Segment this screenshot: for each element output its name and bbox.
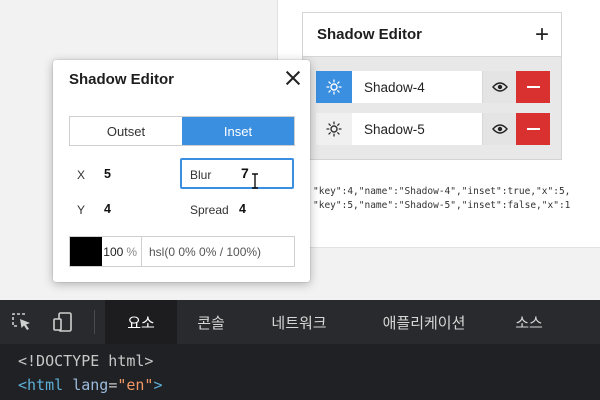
eye-icon[interactable] [482,71,516,103]
shadow-list-title: Shadow Editor [317,26,422,43]
opacity-input[interactable]: 100% [102,237,142,266]
delete-shadow-button[interactable] [516,71,550,103]
delete-shadow-button[interactable] [516,113,550,145]
hsl-value-input[interactable]: hsl(0 0% 0% / 100%) [142,237,294,266]
toolbar-divider [94,310,95,334]
attr-equals: = [108,376,118,394]
sun-icon[interactable] [316,71,352,103]
blur-label: Blur [190,168,212,182]
tab-sources[interactable]: 소스 [500,300,558,344]
spread-label: Spread [190,203,229,217]
inset-button[interactable]: Inset [182,117,294,145]
tab-application[interactable]: 애플리케이션 [354,300,494,344]
json-output-line: "key":5,"name":"Shadow-5","inset":false,… [313,200,571,211]
inset-toggle: Outset Inset [69,116,295,146]
blur-value[interactable]: 7 [241,165,249,181]
popup-title: Shadow Editor [69,71,174,88]
x-label: X [77,168,86,182]
shadow-list-header: Shadow Editor + [303,13,561,57]
x-value-input[interactable]: 5 [104,167,111,181]
close-icon[interactable] [285,70,301,86]
y-label: Y [77,203,86,217]
shadow-row[interactable]: Shadow-5 [316,113,550,145]
attr-name: lang [72,376,109,394]
opacity-value: 100 [103,244,124,259]
eye-icon[interactable] [482,113,516,145]
inspect-element-icon[interactable] [11,312,33,332]
device-toolbar-icon[interactable] [52,312,74,332]
html-tag-close: > [153,376,163,394]
attr-value: "en" [117,376,154,394]
shadow-name[interactable]: Shadow-4 [352,71,482,103]
minus-icon [526,86,540,88]
tab-network[interactable]: 네트워크 [250,300,348,344]
code-line-html[interactable]: <html lang="en"> [18,376,163,394]
text-cursor-icon [252,173,258,189]
shadow-name[interactable]: Shadow-5 [352,113,482,145]
code-line-doctype[interactable]: <!DOCTYPE html> [18,352,153,370]
sun-icon[interactable] [316,113,352,145]
html-tag-open: <html [18,376,64,394]
shadow-row[interactable]: Shadow-4 [316,71,550,103]
shadow-editor-popup: Shadow Editor Outset Inset X 5 Blur 7 Y … [53,60,310,282]
tab-console[interactable]: 콘솔 [180,300,242,344]
outset-button[interactable]: Outset [70,117,182,145]
spread-value-input[interactable]: 4 [239,202,246,216]
color-swatch[interactable] [70,237,102,266]
shadow-list-panel: Shadow Editor + Shadow-4 Shadow-5 [302,12,562,160]
color-picker-row: 100% hsl(0 0% 0% / 100%) [69,236,295,267]
minus-icon [526,128,540,130]
plus-icon[interactable]: + [535,22,549,47]
json-output-line: "key":4,"name":"Shadow-4","inset":true,"… [313,186,571,197]
opacity-unit: % [126,244,137,259]
y-value-input[interactable]: 4 [104,202,111,216]
tab-elements[interactable]: 요소 [105,300,177,344]
